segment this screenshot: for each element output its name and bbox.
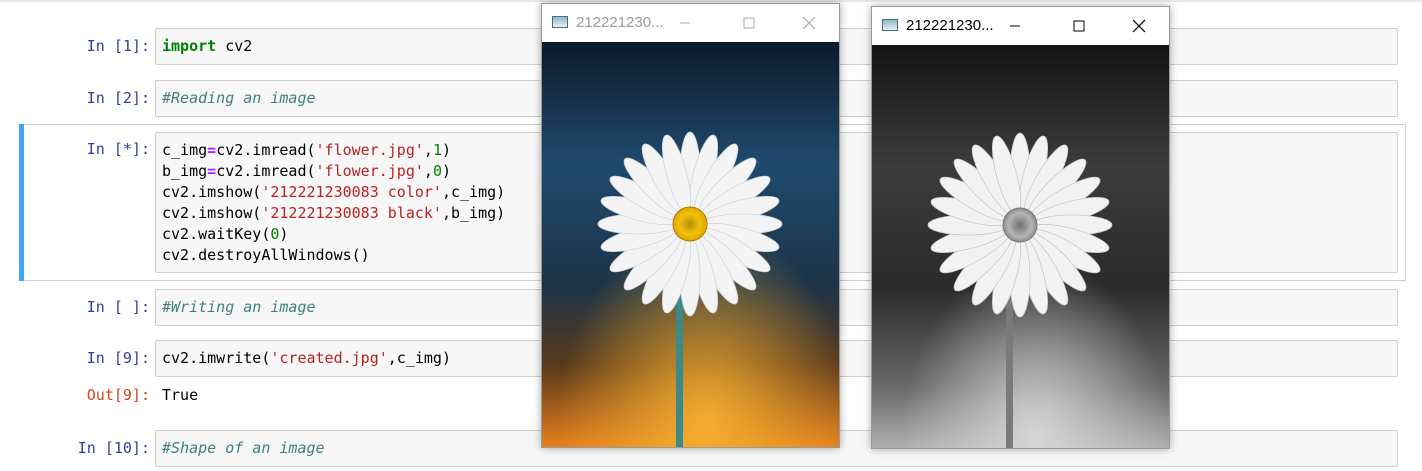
maximize-icon xyxy=(1073,20,1085,32)
grayscale-image xyxy=(872,45,1169,448)
minimize-icon xyxy=(1010,25,1020,27)
cell-prompt: In [9]: xyxy=(86,349,150,367)
cell-code[interactable]: #Writing an image xyxy=(162,297,316,318)
minimize-icon xyxy=(680,22,690,24)
daisy-grayscale-image xyxy=(872,45,1169,448)
minimize-button[interactable] xyxy=(1000,13,1030,39)
cell-prompt: In [1]: xyxy=(86,37,150,55)
close-button[interactable] xyxy=(794,10,824,36)
window-title: 212221230... xyxy=(906,17,994,34)
window-titlebar[interactable]: 212221230... xyxy=(542,4,839,42)
flower-petals xyxy=(597,131,783,317)
window-app-icon xyxy=(882,19,898,31)
cell-code[interactable]: import cv2 xyxy=(162,36,252,57)
top-divider xyxy=(0,0,1422,2)
maximize-icon xyxy=(743,17,755,29)
window-app-icon xyxy=(552,16,568,28)
cell-code[interactable]: c_img=cv2.imread('flower.jpg',1) b_img=c… xyxy=(162,140,505,266)
output-prompt: Out[9]: xyxy=(86,386,150,404)
flower-petals xyxy=(927,132,1113,318)
cell-prompt: In [10]: xyxy=(77,439,150,457)
black-image-window[interactable]: 212221230... xyxy=(871,6,1170,449)
cell-prompt: In [*]: xyxy=(86,140,150,158)
color-image-window[interactable]: 212221230... xyxy=(541,3,840,448)
close-button[interactable] xyxy=(1124,13,1154,39)
daisy-color-image xyxy=(542,42,839,447)
cell-code[interactable]: #Shape of an image xyxy=(162,438,325,459)
output-text: True xyxy=(162,386,199,404)
color-image xyxy=(542,42,839,447)
window-title: 212221230... xyxy=(576,14,664,31)
window-titlebar[interactable]: 212221230... xyxy=(872,7,1169,45)
maximize-button[interactable] xyxy=(734,10,764,36)
cell-prompt: In [ ]: xyxy=(86,298,150,316)
cell-code[interactable]: cv2.imwrite('created.jpg',c_img) xyxy=(162,348,451,369)
close-icon xyxy=(802,16,816,30)
close-icon xyxy=(1132,19,1146,33)
cell-prompt: In [2]: xyxy=(86,89,150,107)
cell-code[interactable]: #Reading an image xyxy=(162,88,316,109)
minimize-button[interactable] xyxy=(670,10,700,36)
maximize-button[interactable] xyxy=(1064,13,1094,39)
